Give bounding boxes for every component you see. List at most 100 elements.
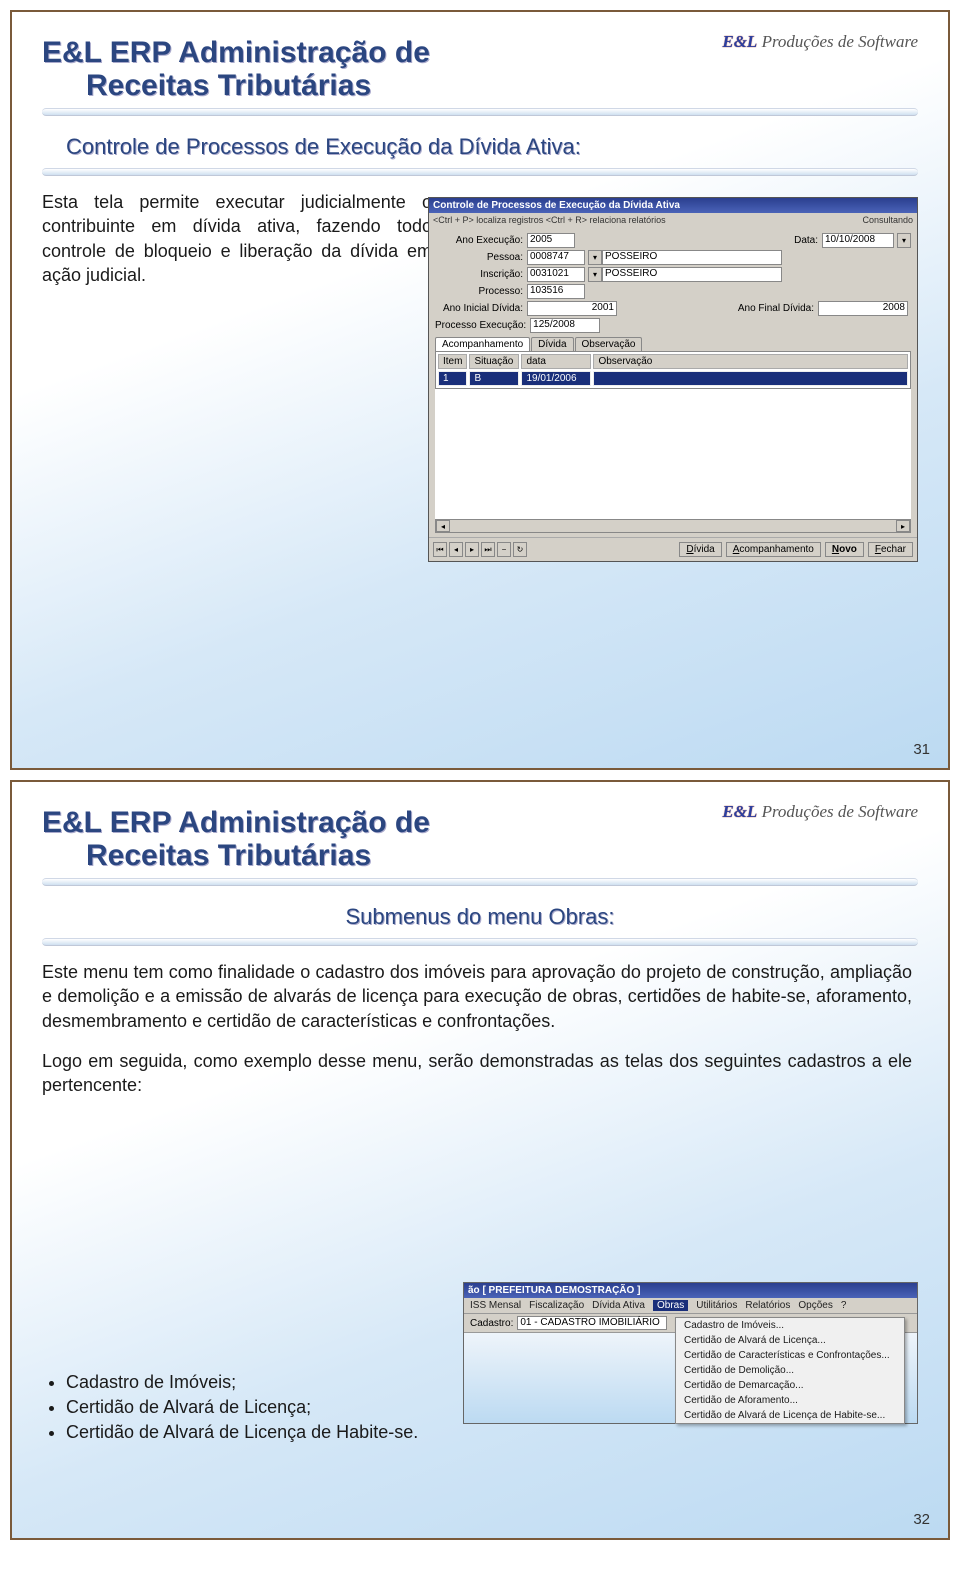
bullet-item: Certidão de Alvará de Licença; bbox=[66, 1395, 418, 1420]
dropdown-item[interactable]: Certidão de Características e Confrontaç… bbox=[676, 1348, 904, 1363]
input-processo[interactable]: 103516 bbox=[527, 284, 585, 299]
minus-icon[interactable]: − bbox=[497, 542, 511, 557]
section-rule bbox=[42, 938, 918, 946]
menu-item[interactable]: ISS Mensal bbox=[470, 1300, 521, 1311]
input-ano-ini[interactable]: 2001 bbox=[527, 301, 617, 316]
brand-tagline: Produções de Software bbox=[762, 802, 918, 821]
menu-item[interactable]: Relatórios bbox=[745, 1300, 790, 1311]
chevron-down-icon[interactable]: ▾ bbox=[897, 233, 911, 248]
tab-acompanhamento[interactable]: Acompanhamento bbox=[435, 337, 530, 351]
menu-item-obras[interactable]: Obras bbox=[653, 1300, 688, 1311]
title-line1: E&L ERP Administração de bbox=[42, 806, 430, 839]
col-observacao[interactable]: Observação bbox=[593, 354, 908, 369]
label-cadastro: Cadastro: bbox=[470, 1318, 513, 1329]
title-line2: Receitas Tributárias bbox=[42, 839, 371, 872]
label-ano-fim: Ano Final Dívida: bbox=[728, 303, 818, 314]
menu-bar: ISS Mensal Fiscalização Dívida Ativa Obr… bbox=[464, 1298, 917, 1314]
window-title: Controle de Processos de Execução da Dív… bbox=[429, 198, 917, 213]
input-data[interactable]: 10/10/2008 bbox=[822, 233, 894, 248]
novo-button[interactable]: Novo bbox=[825, 542, 864, 557]
nav-first-icon[interactable]: ⏮ bbox=[433, 542, 447, 557]
dropdown-item[interactable]: Certidão de Alvará de Licença de Habite-… bbox=[676, 1408, 904, 1423]
brand-logo: E&L Produções de Software bbox=[722, 802, 918, 822]
arrow-left-icon[interactable]: ◂ bbox=[436, 520, 450, 532]
nav-last-icon[interactable]: ⏭ bbox=[481, 542, 495, 557]
slide-body-2: Logo em seguida, como exemplo desse menu… bbox=[42, 1049, 912, 1098]
nav-prev-icon[interactable]: ◂ bbox=[449, 542, 463, 557]
label-ano-ini: Ano Inicial Dívida: bbox=[435, 303, 527, 314]
title-rule bbox=[42, 108, 918, 116]
fechar-button[interactable]: Fechar bbox=[868, 542, 913, 557]
slide-subtitle: Controle de Processos de Execução da Dív… bbox=[66, 134, 918, 160]
brand-tagline: Produções de Software bbox=[762, 32, 918, 51]
menu-item[interactable]: Fiscalização bbox=[529, 1300, 584, 1311]
tab-observacao[interactable]: Observação bbox=[575, 337, 643, 351]
divida-button[interactable]: Dívida bbox=[679, 542, 721, 557]
obras-dropdown: Cadastro de Imóveis... Certidão de Alvar… bbox=[675, 1317, 905, 1424]
window-hint: <Ctrl + P> localiza registros <Ctrl + R>… bbox=[429, 213, 917, 227]
footer-buttons: ⏮ ◂ ▸ ⏭ − ↻ Dívida Acompanhamento Novo F… bbox=[429, 537, 917, 561]
brand-el: E&L bbox=[722, 32, 757, 51]
label-data: Data: bbox=[782, 235, 822, 246]
input-cadastro[interactable]: 01 - CADASTRO IMOBILIÁRIO bbox=[517, 1316, 667, 1330]
label-proc-exec: Processo Execução: bbox=[435, 320, 530, 331]
dropdown-item[interactable]: Certidão de Aforamento... bbox=[676, 1393, 904, 1408]
data-table: Item Situação data Observação 1 B 19/01/… bbox=[435, 351, 911, 389]
title-rule bbox=[42, 878, 918, 886]
form-area: Ano Execução: 2005 Data: 10/10/2008 ▾ Pe… bbox=[429, 227, 917, 537]
brand-logo: E&L Produções de Software bbox=[722, 32, 918, 52]
bullet-item: Cadastro de Imóveis; bbox=[66, 1370, 418, 1395]
menu-item[interactable]: Dívida Ativa bbox=[592, 1300, 645, 1311]
dropdown-item[interactable]: Cadastro de Imóveis... bbox=[676, 1318, 904, 1333]
input-ano-fim[interactable]: 2008 bbox=[818, 301, 908, 316]
cell-observacao bbox=[593, 371, 908, 386]
input-pessoa-cod[interactable]: 0008747 bbox=[527, 250, 585, 265]
page-number: 31 bbox=[913, 741, 930, 758]
label-pessoa: Pessoa: bbox=[435, 252, 527, 263]
cell-situacao: B bbox=[469, 371, 519, 386]
cell-item: 1 bbox=[438, 371, 467, 386]
dropdown-item[interactable]: Certidão de Alvará de Licença... bbox=[676, 1333, 904, 1348]
bullet-list: Cadastro de Imóveis; Certidão de Alvará … bbox=[48, 1370, 418, 1446]
col-data[interactable]: data bbox=[521, 354, 591, 369]
brand-el: E&L bbox=[722, 802, 757, 821]
title-line1: E&L ERP Administração de bbox=[42, 36, 430, 69]
acompanhamento-button[interactable]: Acompanhamento bbox=[726, 542, 821, 557]
dropdown-item[interactable]: Certidão de Demarcação... bbox=[676, 1378, 904, 1393]
hint-right: Consultando bbox=[862, 215, 913, 225]
dropdown-item[interactable]: Certidão de Demolição... bbox=[676, 1363, 904, 1378]
table-blank-area bbox=[435, 389, 911, 519]
col-situacao[interactable]: Situação bbox=[469, 354, 519, 369]
app-window: Controle de Processos de Execução da Dív… bbox=[428, 197, 918, 562]
tabset: Acompanhamento Dívida Observação bbox=[435, 337, 911, 351]
horizontal-scrollbar[interactable]: ◂ ▸ bbox=[435, 519, 911, 533]
bullet-item: Certidão de Alvará de Licença de Habite-… bbox=[66, 1420, 418, 1445]
table-row[interactable]: 1 B 19/01/2006 bbox=[438, 371, 908, 386]
chevron-down-icon[interactable]: ▾ bbox=[588, 267, 602, 282]
menu-window-title: ão [ PREFEITURA DEMOSTRAÇÃO ] bbox=[464, 1283, 917, 1298]
input-ano-exec[interactable]: 2005 bbox=[527, 233, 575, 248]
slide-31: E&L Produções de Software E&L ERP Admini… bbox=[10, 10, 950, 770]
hint-left: <Ctrl + P> localiza registros <Ctrl + R>… bbox=[433, 215, 666, 225]
arrow-right-icon[interactable]: ▸ bbox=[896, 520, 910, 532]
chevron-down-icon[interactable]: ▾ bbox=[588, 250, 602, 265]
tab-divida[interactable]: Dívida bbox=[531, 337, 573, 351]
label-processo: Processo: bbox=[435, 286, 527, 297]
section-rule bbox=[42, 168, 918, 176]
input-pessoa-nome[interactable]: POSSEIRO bbox=[602, 250, 782, 265]
nav-next-icon[interactable]: ▸ bbox=[465, 542, 479, 557]
input-inscricao-cod[interactable]: 0031021 bbox=[527, 267, 585, 282]
slide-32: E&L Produções de Software E&L ERP Admini… bbox=[10, 780, 950, 1540]
menu-item[interactable]: ? bbox=[841, 1300, 847, 1311]
menu-item[interactable]: Opções bbox=[798, 1300, 832, 1311]
cell-data: 19/01/2006 bbox=[521, 371, 591, 386]
menu-screenshot: ão [ PREFEITURA DEMOSTRAÇÃO ] ISS Mensal… bbox=[463, 1282, 918, 1424]
input-proc-exec[interactable]: 125/2008 bbox=[530, 318, 600, 333]
slide-body: Esta tela permite executar judicialmente… bbox=[42, 190, 432, 287]
label-inscricao: Inscrição: bbox=[435, 269, 527, 280]
col-item[interactable]: Item bbox=[438, 354, 467, 369]
refresh-icon[interactable]: ↻ bbox=[513, 542, 527, 557]
menu-item[interactable]: Utilitários bbox=[696, 1300, 737, 1311]
title-line2: Receitas Tributárias bbox=[42, 69, 371, 102]
input-inscricao-nome[interactable]: POSSEIRO bbox=[602, 267, 782, 282]
